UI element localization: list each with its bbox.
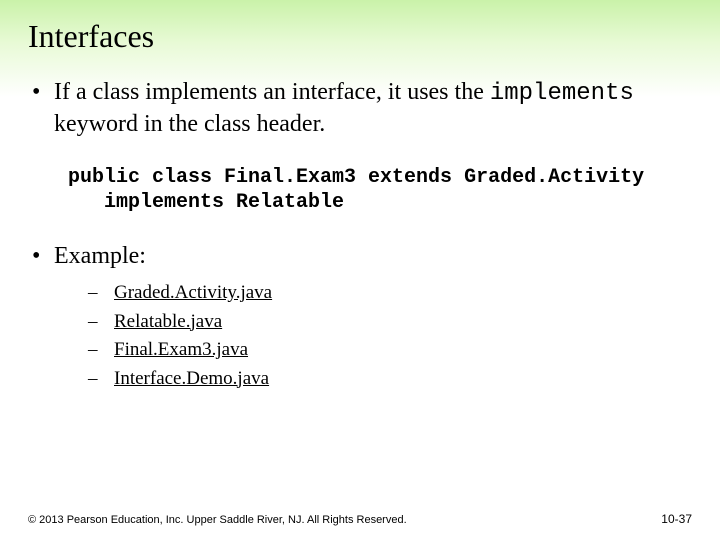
file-link[interactable]: Interface.Demo.java [114,365,269,394]
slide: Interfaces • If a class implements an in… [0,0,720,540]
bullet-text-pre: If a class implements an interface, it u… [54,79,490,105]
dash-icon: – [88,365,114,394]
bullet-text: If a class implements an interface, it u… [54,77,692,139]
bullet-item: • Example: [32,241,692,271]
bullet-icon: • [32,77,54,139]
dash-icon: – [88,279,114,308]
list-item: – Relatable.java [88,308,692,337]
code-block: public class Final.Exam3 extends Graded.… [68,165,692,215]
bullet-icon: • [32,241,54,271]
list-item: – Final.Exam3.java [88,336,692,365]
bullet-item: • If a class implements an interface, it… [32,77,692,139]
file-link[interactable]: Graded.Activity.java [114,279,272,308]
bullet-text: Example: [54,241,692,271]
file-link[interactable]: Final.Exam3.java [114,336,248,365]
bullet-text-post: keyword in the class header. [54,111,325,137]
dash-icon: – [88,336,114,365]
file-link[interactable]: Relatable.java [114,308,222,337]
dash-icon: – [88,308,114,337]
page-number: 10-37 [661,512,692,526]
bullet-keyword: implements [490,80,634,107]
slide-title: Interfaces [28,18,692,55]
example-links-list: – Graded.Activity.java – Relatable.java … [88,279,692,393]
copyright-footer: © 2013 Pearson Education, Inc. Upper Sad… [28,514,407,526]
list-item: – Interface.Demo.java [88,365,692,394]
list-item: – Graded.Activity.java [88,279,692,308]
